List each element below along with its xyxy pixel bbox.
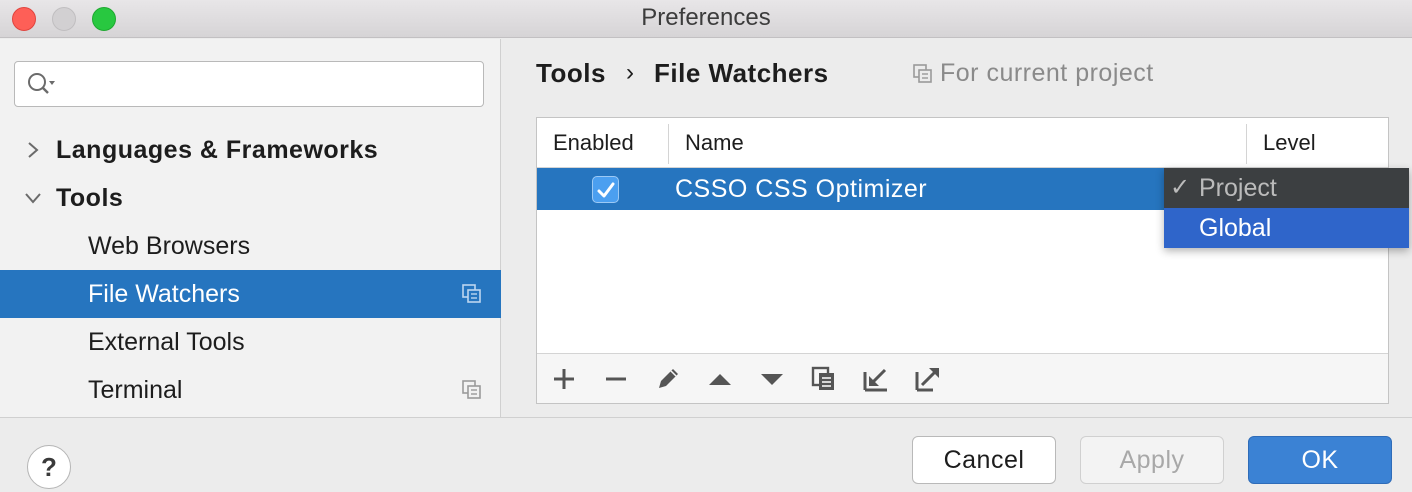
column-divider[interactable] bbox=[1246, 124, 1247, 164]
window-title: Preferences bbox=[641, 4, 771, 31]
tree-item-label: Tools bbox=[56, 184, 124, 212]
column-header-level[interactable]: Level bbox=[1263, 118, 1316, 168]
menu-item-global[interactable]: Global bbox=[1164, 208, 1409, 248]
tree-item-label: Terminal bbox=[88, 376, 183, 404]
table-toolbar bbox=[537, 353, 1388, 403]
project-scope-icon bbox=[462, 380, 481, 399]
scope-label: For current project bbox=[940, 59, 1154, 87]
tree-item-external-tools[interactable]: External Tools bbox=[0, 318, 501, 366]
menu-item-project[interactable]: ✓ Project bbox=[1164, 168, 1409, 208]
menu-item-label: Project bbox=[1199, 174, 1277, 202]
column-header-name[interactable]: Name bbox=[685, 118, 744, 168]
search-icon bbox=[28, 73, 55, 94]
menu-item-label: Global bbox=[1199, 214, 1272, 242]
tree-item-label: File Watchers bbox=[88, 280, 240, 308]
tree-item-web-browsers[interactable]: Web Browsers bbox=[0, 222, 501, 270]
enabled-checkbox[interactable] bbox=[592, 176, 619, 203]
tree-item-label: External Tools bbox=[88, 328, 245, 356]
tree-item-tools[interactable]: Tools bbox=[0, 174, 501, 222]
apply-button[interactable]: Apply bbox=[1080, 436, 1224, 484]
file-watchers-table[interactable]: Enabled Name Level CSSO CSS Optimizer bbox=[536, 117, 1389, 404]
checkmark-icon bbox=[597, 182, 615, 198]
level-dropdown-menu[interactable]: ✓ Project Global bbox=[1164, 168, 1409, 248]
breadcrumb-parent[interactable]: Tools bbox=[536, 57, 606, 89]
chevron-down-icon[interactable] bbox=[22, 187, 44, 209]
settings-search-input[interactable] bbox=[14, 61, 484, 107]
tree-item-file-watchers[interactable]: File Watchers bbox=[0, 270, 501, 318]
ok-button[interactable]: OK bbox=[1248, 436, 1392, 484]
dialog-footer: ? Cancel Apply OK bbox=[0, 417, 1412, 492]
tree-item-label: Web Browsers bbox=[88, 232, 251, 260]
export-icon[interactable] bbox=[913, 364, 943, 394]
move-up-icon[interactable] bbox=[705, 364, 735, 394]
tree-item-label: Languages & Frameworks bbox=[56, 136, 379, 164]
add-icon[interactable] bbox=[549, 364, 579, 394]
breadcrumb-separator: › bbox=[626, 59, 634, 86]
chevron-right-icon[interactable] bbox=[22, 139, 44, 161]
import-icon[interactable] bbox=[861, 364, 891, 394]
column-header-enabled[interactable]: Enabled bbox=[553, 118, 634, 168]
project-scope-icon bbox=[913, 64, 932, 83]
table-header: Enabled Name Level bbox=[537, 118, 1388, 168]
title-bar: Preferences bbox=[0, 0, 1412, 38]
remove-icon[interactable] bbox=[601, 364, 631, 394]
copy-icon[interactable] bbox=[809, 364, 839, 394]
help-button[interactable]: ? bbox=[27, 445, 71, 489]
project-scope-icon bbox=[462, 284, 481, 303]
tree-item-languages-frameworks[interactable]: Languages & Frameworks bbox=[0, 126, 501, 174]
move-down-icon[interactable] bbox=[757, 364, 787, 394]
breadcrumb-current: File Watchers bbox=[654, 58, 829, 88]
cancel-button[interactable]: Cancel bbox=[912, 436, 1056, 484]
watcher-name: CSSO CSS Optimizer bbox=[675, 175, 928, 203]
checkmark-icon: ✓ bbox=[1170, 174, 1191, 201]
column-divider[interactable] bbox=[668, 124, 669, 164]
settings-tree-panel: Languages & Frameworks Tools Web Browser… bbox=[0, 39, 501, 417]
edit-icon[interactable] bbox=[653, 364, 683, 394]
tree-item-terminal[interactable]: Terminal bbox=[0, 366, 501, 414]
